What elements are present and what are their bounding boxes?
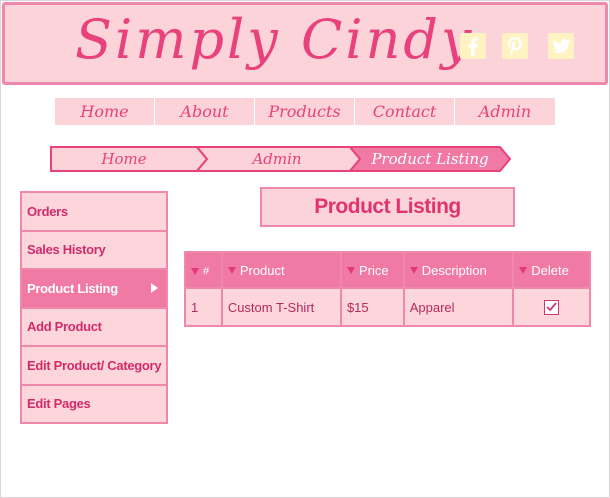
nav-home[interactable]: Home xyxy=(55,98,155,125)
product-table: # Product Price Description Delete 1 Cus… xyxy=(184,251,591,327)
sort-down-icon xyxy=(519,267,528,275)
column-header-description[interactable]: Description xyxy=(402,251,515,289)
cell-delete xyxy=(512,287,591,327)
sidebar-item-orders[interactable]: Orders xyxy=(20,191,168,232)
cell-description: Apparel xyxy=(402,287,515,327)
checkmark-icon xyxy=(546,301,557,311)
sidebar-item-product-listing[interactable]: Product Listing xyxy=(20,268,168,309)
site-header: Simply Cindy xyxy=(2,2,608,85)
delete-checkbox[interactable] xyxy=(544,299,560,315)
sidebar-item-label: Product Listing xyxy=(27,280,118,296)
nav-about[interactable]: About xyxy=(155,98,255,125)
column-header-product[interactable]: Product xyxy=(220,251,342,289)
sidebar-item-edit-product-category[interactable]: Edit Product/ Category xyxy=(20,345,168,386)
breadcrumb-home[interactable]: Home xyxy=(50,146,198,172)
breadcrumb-admin[interactable]: Admin xyxy=(202,146,352,172)
breadcrumb: Home Admin Product Listing xyxy=(50,146,520,172)
table-header-row: # Product Price Description Delete xyxy=(184,251,591,289)
cell-number: 1 xyxy=(184,287,223,327)
cell-price: $15 xyxy=(339,287,405,327)
pinterest-icon[interactable] xyxy=(502,33,528,59)
admin-sidebar: Orders Sales History Product Listing Add… xyxy=(20,191,168,424)
sort-down-icon xyxy=(227,267,236,275)
sort-down-icon xyxy=(191,267,199,275)
nav-contact[interactable]: Contact xyxy=(355,98,455,125)
column-header-delete[interactable]: Delete xyxy=(512,251,591,289)
nav-products[interactable]: Products xyxy=(255,98,355,125)
table-row: 1 Custom T-Shirt $15 Apparel xyxy=(184,287,591,327)
cell-product: Custom T-Shirt xyxy=(220,287,342,327)
twitter-icon[interactable] xyxy=(548,33,574,59)
site-logo[interactable]: Simply Cindy xyxy=(75,13,474,67)
sidebar-item-add-product[interactable]: Add Product xyxy=(20,306,168,347)
sort-down-icon xyxy=(409,267,418,275)
column-header-price[interactable]: Price xyxy=(339,251,405,289)
sort-down-icon xyxy=(346,267,355,275)
breadcrumb-current: Product Listing xyxy=(371,150,489,168)
main-nav: Home About Products Contact Admin xyxy=(55,98,555,125)
chevron-right-icon xyxy=(151,283,158,294)
page-title: Product Listing xyxy=(260,187,515,227)
facebook-icon[interactable] xyxy=(460,33,486,59)
column-header-number[interactable]: # xyxy=(184,251,223,289)
nav-admin[interactable]: Admin xyxy=(455,98,555,125)
sidebar-item-sales-history[interactable]: Sales History xyxy=(20,229,168,270)
sidebar-item-edit-pages[interactable]: Edit Pages xyxy=(20,383,168,424)
